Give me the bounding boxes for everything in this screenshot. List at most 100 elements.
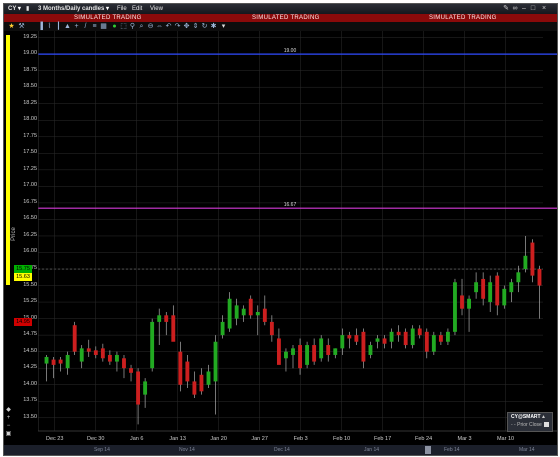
x-tick-label: Feb 24 [415,436,432,442]
price-axis-label: Price [10,227,17,241]
candle-body [276,338,281,365]
grid-icon[interactable]: ▦ [100,22,107,31]
candle-body [171,315,176,342]
y-tick-label: 17.00 [23,182,37,189]
candle-body [326,345,331,355]
scale-bar[interactable] [6,35,10,285]
link-icon[interactable]: ∞ [511,5,519,13]
candle-body [51,359,56,365]
candle-body [227,298,232,329]
candle-body [312,345,317,362]
refresh-icon[interactable]: ↻ [201,22,208,31]
x-tick-label: Jan 6 [130,436,143,442]
menu-file[interactable]: File [117,4,127,14]
left-rail: ◆ + − ▣ [4,31,13,455]
candle-body [537,269,542,286]
y-tick-label: 13.75 [23,397,37,404]
tools-icon[interactable]: ⚒ [18,22,25,31]
candle-body [481,278,486,299]
y-tick-label: 13.50 [23,413,37,420]
bar-chart-icon[interactable]: ▐ [37,22,44,31]
menu-edit[interactable]: Edit [132,4,142,14]
candle-body [424,331,429,352]
candle-body [129,368,133,373]
candle-body [284,351,288,359]
x-tick-label: Dec 23 [46,436,63,442]
pencil-icon[interactable]: ✎ [502,5,510,13]
y-tick-label: 15.50 [23,281,37,288]
x-tick-label: Mar 10 [497,436,514,442]
x-tick-label: Jan 13 [169,436,186,442]
nav-label-2: Nov 14 [179,447,195,453]
lock-icon[interactable]: ▣ [5,431,12,438]
move-icon[interactable]: ⇕ [192,22,199,31]
star-icon[interactable]: ★ [8,22,15,31]
title-bar: CY ▾ ▮ 3 Months/Daily candles ▾ File Edi… [4,4,557,14]
candle-body [453,282,457,332]
y-tick-label: 14.75 [23,331,37,338]
symbol-selector[interactable]: CY ▾ [8,4,21,14]
candle-body [143,381,148,395]
redo-icon[interactable]: ↷ [174,22,181,31]
zoom-out-icon[interactable]: ⊖ [147,22,154,31]
candle-body [333,348,338,355]
candle-body [347,335,352,339]
time-navigator[interactable]: Sep 14 Nov 14 Dec 14 Jan 14 Feb 14 Mar 1… [4,445,557,455]
candle-body [269,321,274,336]
pan-icon[interactable]: ✥ [183,22,190,31]
link-small-icon[interactable]: ◆ [5,407,12,414]
candle-body [220,321,225,336]
candle-body [396,331,401,336]
zoom-in-icon[interactable]: + [5,415,12,422]
trend-icon[interactable]: / [82,22,89,31]
y-tick-label: 17.25 [23,165,37,172]
expand-icon[interactable]: ▲ [541,414,546,420]
candle-body [255,311,260,316]
zoom-out-small-icon[interactable]: − [5,423,12,430]
candle-body [530,242,535,276]
fib-icon[interactable]: ≡ [91,22,98,31]
legend-checkbox[interactable] [544,422,549,427]
menu-view[interactable]: View [150,4,163,14]
legend-series-label: Prior Close [517,422,542,428]
zoom-icon[interactable]: ⚲ [129,22,136,31]
candle-body [79,348,84,362]
candle-body [234,305,239,319]
chart-toolbar: ★ ⚒ ▐ ⌇ ┃ ▲ + / ≡ ▦ ● ⬚ ⚲ ⌕ ⊖ ⇔ ↶ ↷ ✥ ⇕ … [4,22,557,31]
navigator-thumb[interactable] [425,446,431,454]
drawing-icon[interactable]: ⬚ [120,22,127,31]
crosshair-icon[interactable]: + [73,22,80,31]
undo-icon[interactable]: ↶ [165,22,172,31]
settings-icon[interactable]: ✱ [210,22,217,31]
legend-box[interactable]: CY@SMART ▲ - - Prior Close [507,412,553,432]
maximize-icon[interactable]: □ [529,5,537,13]
price-axis: Price 19.25 19.00 18.75 18.50 18.25 18.00 17.7… [10,31,38,446]
candle-icon[interactable]: ┃ [55,22,62,31]
dropdown-icon[interactable]: ▾ [220,22,227,31]
candle-body [44,356,49,364]
candle-body [241,308,246,316]
level-line-label: 16.67 [284,202,297,208]
price-chart[interactable]: Dec 23 Dec 30 Jan 6 Jan 13 Jan 20 Jan 27 Feb 3… [38,31,557,446]
legend-title: CY@SMART [511,414,541,420]
candle-body [199,374,204,392]
y-tick-label: 14.50 [23,347,37,354]
candle-body [164,315,169,322]
period-selector[interactable]: 3 Months/Daily candles ▾ [38,4,109,14]
candle-body [354,335,359,342]
search-icon[interactable]: ⌕ [138,22,145,31]
level-line-label: 19.00 [284,48,297,54]
record-icon[interactable]: ● [111,22,118,31]
fit-icon[interactable]: ⇔ [156,22,163,31]
close-icon[interactable]: × [540,5,548,13]
price-tag: 15.75 [14,265,32,274]
chart-window: CY ▾ ▮ 3 Months/Daily candles ▾ File Edi… [3,3,558,456]
line-chart-icon[interactable]: ⌇ [46,22,53,31]
area-icon[interactable]: ▲ [64,22,71,31]
candle-body [107,354,112,362]
y-tick-label: 17.50 [23,149,37,156]
candle-body [495,275,500,306]
simulated-label-2: SIMULATED TRADING [252,15,320,21]
minimize-icon[interactable]: – [520,5,528,13]
y-tick-label: 19.25 [23,33,37,40]
